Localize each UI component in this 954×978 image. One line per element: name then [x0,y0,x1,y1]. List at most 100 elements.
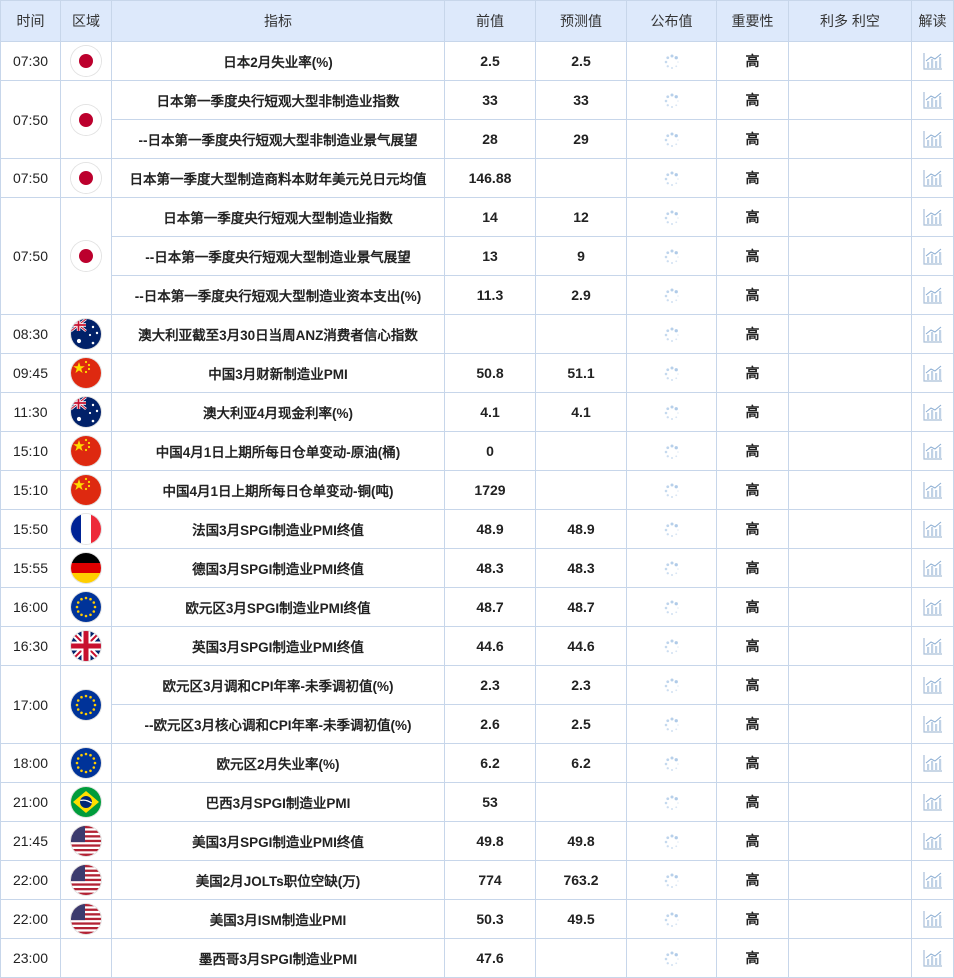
indicator-name[interactable]: 日本第一季度央行短观大型制造业指数 [111,197,445,237]
bar-chart-icon[interactable] [922,910,943,928]
indicator-name[interactable]: --日本第一季度央行短观大型非制造业景气展望 [111,119,445,159]
previous-value: 48.7 [444,587,536,627]
impact-cell [788,548,912,588]
event-time: 18:00 [0,743,61,783]
indicator-name[interactable]: 墨西哥3月SPGI制造业PMI [111,938,445,978]
bar-chart-icon[interactable] [922,637,943,655]
loading-spinner-icon [664,442,680,459]
event-time: 15:50 [0,509,61,549]
indicator-name[interactable]: 日本第一季度央行短观大型非制造业指数 [111,80,445,120]
bar-chart-icon[interactable] [922,871,943,889]
bar-chart-icon[interactable] [922,52,943,70]
indicator-name[interactable]: 法国3月SPGI制造业PMI终值 [111,509,445,549]
previous-value: 13 [444,236,536,276]
interpret-cell [911,665,954,705]
forecast-value: 33 [535,80,627,120]
indicator-name[interactable]: --日本第一季度央行短观大型制造业景气展望 [111,236,445,276]
table-row: 07:30 日本2月失业率(%) 2.5 2.5 高 [0,41,954,81]
forecast-value: 48.3 [535,548,627,588]
table-row: 11:30 澳大利亚4月现金利率(%) 4.1 4.1 高 [0,392,954,432]
bar-chart-icon[interactable] [922,130,943,148]
importance-level: 高 [716,665,789,705]
bar-chart-icon[interactable] [922,442,943,460]
event-time: 07:50 [0,197,61,315]
region-cell [60,353,112,393]
indicator-name[interactable]: 澳大利亚截至3月30日当周ANZ消费者信心指数 [111,314,445,354]
forecast-value: 6.2 [535,743,627,783]
actual-value-cell [626,743,717,783]
forecast-value [535,470,627,510]
loading-spinner-icon [664,247,680,264]
loading-spinner-icon [664,169,680,186]
table-row: 23:00 墨西哥3月SPGI制造业PMI 47.6 高 [0,938,954,978]
bar-chart-icon[interactable] [922,286,943,304]
impact-cell [788,860,912,900]
bar-chart-icon[interactable] [922,364,943,382]
impact-cell [788,587,912,627]
impact-cell [788,431,912,471]
region-cell [60,470,112,510]
previous-value: 48.3 [444,548,536,588]
interpret-cell [911,626,954,666]
indicator-name[interactable]: 中国4月1日上期所每日仓单变动-原油(桶) [111,431,445,471]
interpret-cell [911,509,954,549]
indicator-name[interactable]: --日本第一季度央行短观大型制造业资本支出(%) [111,275,445,315]
event-time: 15:10 [0,470,61,510]
loading-spinner-icon [664,832,680,849]
impact-cell [788,314,912,354]
region-cell [60,197,112,315]
indicator-name[interactable]: 欧元区2月失业率(%) [111,743,445,783]
bar-chart-icon[interactable] [922,832,943,850]
table-row: 16:30 英国3月SPGI制造业PMI终值 44.6 44.6 高 [0,626,954,666]
indicator-name[interactable]: 英国3月SPGI制造业PMI终值 [111,626,445,666]
event-time: 07:50 [0,158,61,198]
indicator-name[interactable]: 美国3月SPGI制造业PMI终值 [111,821,445,861]
bar-chart-icon[interactable] [922,676,943,694]
forecast-value: 44.6 [535,626,627,666]
bar-chart-icon[interactable] [922,403,943,421]
forecast-value: 9 [535,236,627,276]
bar-chart-icon[interactable] [922,559,943,577]
indicator-name[interactable]: 美国3月ISM制造业PMI [111,899,445,939]
indicator-name[interactable]: 澳大利亚4月现金利率(%) [111,392,445,432]
bar-chart-icon[interactable] [922,208,943,226]
indicator-name[interactable]: --欧元区3月核心调和CPI年率-未季调初值(%) [111,704,445,744]
loading-spinner-icon [664,403,680,420]
impact-cell [788,80,912,120]
impact-cell [788,665,912,705]
bar-chart-icon[interactable] [922,169,943,187]
event-time: 21:45 [0,821,61,861]
bar-chart-icon[interactable] [922,598,943,616]
impact-cell [788,821,912,861]
indicator-name[interactable]: 德国3月SPGI制造业PMI终值 [111,548,445,588]
indicator-name[interactable]: 中国3月财新制造业PMI [111,353,445,393]
indicator-name[interactable]: 日本第一季度大型制造商料本财年美元兑日元均值 [111,158,445,198]
bar-chart-icon[interactable] [922,91,943,109]
bar-chart-icon[interactable] [922,949,943,967]
bar-chart-icon[interactable] [922,793,943,811]
interpret-cell [911,899,954,939]
previous-value: 44.6 [444,626,536,666]
loading-spinner-icon [664,520,680,537]
indicator-name[interactable]: 日本2月失业率(%) [111,41,445,81]
table-row: 15:50 法国3月SPGI制造业PMI终值 48.9 48.9 高 [0,509,954,549]
interpret-cell [911,80,954,120]
indicator-name[interactable]: 欧元区3月调和CPI年率-未季调初值(%) [111,665,445,705]
bar-chart-icon[interactable] [922,247,943,265]
bar-chart-icon[interactable] [922,481,943,499]
bar-chart-icon[interactable] [922,754,943,772]
bar-chart-icon[interactable] [922,520,943,538]
bar-chart-icon[interactable] [922,715,943,733]
interpret-cell [911,275,954,315]
indicator-name[interactable]: 欧元区3月SPGI制造业PMI终值 [111,587,445,627]
table-row: 22:00 美国3月ISM制造业PMI 50.3 49.5 高 [0,899,954,939]
loading-spinner-icon [664,286,680,303]
indicator-name[interactable]: 美国2月JOLTs职位空缺(万) [111,860,445,900]
bar-chart-icon[interactable] [922,325,943,343]
indicator-name[interactable]: 巴西3月SPGI制造业PMI [111,782,445,822]
importance-level: 高 [716,80,789,120]
indicator-name[interactable]: 中国4月1日上期所每日仓单变动-铜(吨) [111,470,445,510]
header-impact: 利多 利空 [788,0,912,42]
economic-calendar-table: 时间 区域 指标 前值 预测值 公布值 重要性 利多 利空 解读 07:30 日本… [0,0,954,978]
importance-level: 高 [716,860,789,900]
